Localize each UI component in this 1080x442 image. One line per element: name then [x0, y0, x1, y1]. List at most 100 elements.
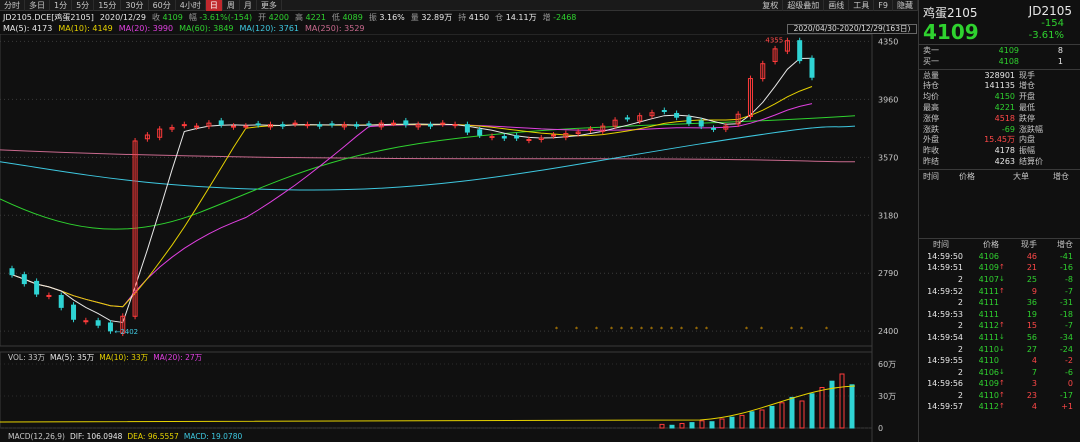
candle-body: [317, 124, 323, 127]
period-tab[interactable]: 30分: [121, 0, 149, 11]
last-price-block: 4109 -154 -3.61%: [919, 18, 1080, 44]
price-tick: 2400: [878, 327, 898, 336]
book-label: 卖一: [923, 46, 939, 55]
macd-legend-item: DIF: 106.0948: [70, 432, 123, 441]
trade-qty: 25: [1026, 274, 1037, 284]
ma20-label: MA(20): 3990: [118, 24, 174, 33]
trade-qty: 4: [1031, 402, 1037, 412]
period-tab[interactable]: 5分: [72, 0, 95, 11]
trade-qty: 27: [1026, 344, 1037, 354]
period-tab[interactable]: 15分: [94, 0, 122, 11]
trade-price: 4107: [978, 274, 999, 284]
ma250-line: [0, 149, 856, 163]
signal-star-icon: *: [610, 326, 613, 333]
stat-label: 涨停: [923, 113, 939, 123]
trade-row: 14:59:50 4106 46 -41: [919, 251, 1080, 263]
trade-row: 2 4107 ↓ 25 -8: [919, 274, 1080, 286]
toolbar-button[interactable]: 超级叠加: [783, 0, 825, 11]
volume-bar: [729, 416, 735, 429]
toolbar-button[interactable]: F9: [874, 0, 893, 11]
toolbar-button[interactable]: 工具: [849, 0, 875, 11]
trade-qty: 4: [1031, 356, 1037, 366]
ma5-label: MA(5): 4173: [3, 24, 53, 33]
trade-delta: -41: [1059, 251, 1073, 261]
period-tab[interactable]: 多日: [25, 0, 50, 11]
candle-body: [661, 110, 667, 113]
candle-body: [58, 294, 64, 308]
stat-value: 4518: [994, 113, 1015, 123]
kline-chart[interactable]: 4350 3960 3570 3180 2790 2400 4355 ←2402 * * * * * * *…: [0, 34, 918, 442]
price-tick: 3570: [878, 153, 898, 162]
trade-price: 4111: [978, 286, 999, 296]
ma60-line: [0, 115, 856, 230]
quote-panel: 鸡蛋2105 JD2105 4109 -154 -3.61% 卖一 4109 8…: [918, 0, 1080, 442]
candle-body: [280, 124, 286, 127]
trade-price: 4109: [978, 263, 999, 273]
candle-body: [304, 124, 310, 127]
volume-item: 量 32.89万: [410, 13, 453, 22]
candle-body: [686, 116, 692, 124]
volume-bar: [699, 420, 705, 429]
stat-value: 15.45万: [984, 135, 1015, 145]
candle-body: [292, 122, 298, 125]
candle-body: [243, 125, 249, 128]
trade-time: 2: [957, 274, 963, 284]
price-tick: 2790: [878, 269, 898, 278]
signal-star-icon: *: [680, 326, 683, 333]
period-tab[interactable]: 更多: [257, 0, 282, 11]
candle-body: [551, 134, 557, 137]
trading-terminal: 分时 多日 1分 5分 15分 30分 60分 4小时日周月更多 复权 超级叠加 画线 工具 F9 隐藏 …: [0, 0, 1080, 442]
amplitude-item: 振 3.16%: [368, 13, 405, 22]
candle-body: [477, 129, 483, 136]
candle-body: [526, 138, 532, 141]
trade-tab[interactable]: 大单: [999, 170, 1029, 184]
trade-delta: +1: [1061, 402, 1073, 412]
trade-tab[interactable]: 增仓: [1029, 170, 1069, 184]
trade-price: 4110: [978, 344, 999, 354]
period-tab[interactable]: 分时: [0, 0, 25, 11]
candle-body: [71, 304, 77, 320]
period-tab[interactable]: 月: [240, 0, 257, 11]
period-tab[interactable]: 60分: [149, 0, 176, 11]
toolbar-button[interactable]: 画线: [824, 0, 850, 11]
toolbar-button[interactable]: 复权: [758, 0, 784, 11]
period-tab[interactable]: 周: [223, 0, 240, 11]
candle-body: [698, 120, 704, 127]
contract-code: JD2105: [1028, 4, 1072, 18]
candle-body: [194, 125, 200, 128]
stat-label: 涨跌: [923, 124, 939, 134]
period-tab[interactable]: 4小时: [176, 0, 206, 11]
stat-label-2: 最低: [1019, 102, 1035, 112]
trade-tab[interactable]: 时间: [923, 170, 959, 184]
candle-body: [452, 124, 458, 127]
trade-price: 4106: [978, 367, 999, 377]
trade-price: 4112: [978, 321, 999, 331]
signal-star-icon: *: [660, 326, 663, 333]
open-item: 开 4200: [258, 13, 289, 22]
trade-tab[interactable]: 价格: [959, 170, 999, 184]
stats-row: 外盘 15.45万 内盘: [919, 135, 1080, 146]
trade-delta: -16: [1059, 263, 1073, 273]
trade-arrow-icon: ↑: [999, 286, 1005, 295]
increase-item: 增 -2468: [542, 13, 577, 22]
trade-qty: 36: [1026, 298, 1037, 308]
volume-tick: 0: [878, 424, 883, 433]
candle-body: [34, 280, 40, 295]
ma10-label: MA(10): 4149: [58, 24, 113, 33]
trade-arrow-icon: [999, 309, 1007, 321]
candle-body: [403, 120, 409, 126]
candle-body: [427, 124, 433, 127]
volume-bar: [679, 423, 685, 429]
trade-row: 2 4106 ↓ 7 -6: [919, 367, 1080, 379]
trade-arrow-icon: ↓: [999, 367, 1005, 376]
stats-row: 涨停 4518 跌停: [919, 114, 1080, 125]
trade-price: 4109: [978, 379, 999, 389]
trade-row: 14:59:52 4111 ↑ 9 -7: [919, 286, 1080, 298]
candle-body: [674, 112, 680, 118]
signal-star-icon: *: [555, 326, 558, 333]
period-tab[interactable]: 日: [205, 0, 223, 11]
period-tab[interactable]: 1分: [50, 0, 73, 11]
macd-legend-item: MACD: 19.0780: [184, 432, 243, 441]
toolbar-button[interactable]: 隐藏: [893, 0, 918, 11]
stats-row: 最高 4221 最低: [919, 103, 1080, 114]
